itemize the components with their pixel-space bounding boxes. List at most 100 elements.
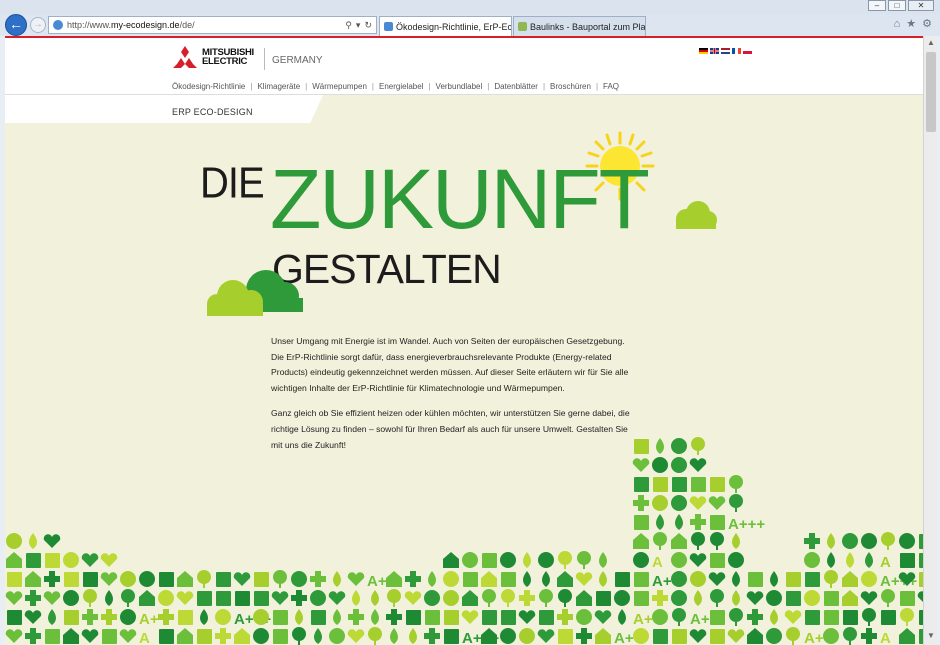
minimize-button[interactable]: – (868, 0, 886, 11)
eco-circle-icon (690, 571, 706, 587)
eco-tile-icon (45, 553, 60, 568)
back-button[interactable]: ← (5, 14, 27, 36)
drop-icon (295, 609, 303, 625)
language-flags (699, 48, 752, 54)
nav-waermepumpen[interactable]: Wärmepumpen (312, 82, 367, 91)
flag-gb-icon[interactable] (710, 48, 719, 54)
chevron-down-icon[interactable]: ▾ (356, 20, 361, 31)
flag-nl-icon[interactable] (721, 48, 730, 54)
eco-circle-icon (576, 609, 592, 625)
settings-gear-icon[interactable]: ⚙ (922, 18, 932, 30)
search-icon[interactable]: ⚲ (345, 20, 352, 31)
nav-oekodesign-richtlinie[interactable]: Ökodesign-Richtlinie (172, 82, 245, 91)
nav-klimageraete[interactable]: Klimageräte (257, 82, 300, 91)
eco-tile-icon (7, 572, 22, 587)
nav-energielabel[interactable]: Energielabel (379, 82, 423, 91)
nav-broschueren[interactable]: Broschüren (550, 82, 591, 91)
drop-icon (371, 609, 379, 625)
page-viewport: MITSUBISHI ELECTRIC GERMANY Ökodesign-Ri… (5, 36, 923, 645)
refresh-icon[interactable]: ↻ (364, 20, 372, 31)
eco-circle-icon (899, 533, 915, 549)
tree-icon (824, 570, 838, 584)
drop-icon (105, 590, 113, 606)
address-bar[interactable]: http://www. my-ecodesign.de/de/ ⚲ ▾ ↻ (48, 16, 377, 34)
mitsubishi-logo[interactable]: MITSUBISHI ELECTRIC (172, 46, 254, 68)
tree-trunk (887, 544, 889, 550)
eco-tile-icon (501, 610, 516, 625)
forward-button[interactable]: → (30, 17, 46, 33)
nav-faq[interactable]: FAQ (603, 82, 619, 91)
eco-tile-icon (463, 572, 478, 587)
flag-fr-icon[interactable] (732, 48, 741, 54)
heart-icon (5, 629, 23, 643)
energy-label-text: A+++ (728, 516, 765, 533)
heart-icon (689, 496, 707, 510)
plus-icon (652, 590, 668, 606)
scroll-down-icon[interactable]: ▼ (924, 629, 938, 643)
scroll-up-icon[interactable]: ▲ (924, 36, 938, 50)
heart-icon (24, 610, 42, 624)
tree-trunk (830, 582, 832, 588)
house-icon (633, 533, 649, 549)
close-window-button[interactable]: ✕ (908, 0, 934, 11)
tab-oekodesign[interactable]: Ökodesign-Richtlinie, ErP-Ec... ✕ (379, 16, 512, 36)
tree-trunk (545, 601, 547, 607)
flag-de-icon[interactable] (699, 48, 708, 54)
url-prefix: http://www. (67, 20, 112, 30)
heart-icon (594, 610, 612, 624)
eco-circle-icon (652, 495, 668, 511)
energy-label-text: A+ (633, 611, 653, 628)
eco-tile-icon (634, 515, 649, 530)
house-icon (747, 628, 763, 644)
flag-pl-icon[interactable] (743, 48, 752, 54)
eco-circle-icon (842, 533, 858, 549)
eco-tile-icon (7, 610, 22, 625)
eco-circle-icon (614, 590, 630, 606)
heart-icon (43, 534, 61, 548)
eco-tile-icon (824, 591, 839, 606)
house-icon (139, 590, 155, 606)
tree-icon (501, 589, 515, 603)
eco-tile-icon (64, 572, 79, 587)
eco-tile-icon (748, 572, 763, 587)
heart-icon (119, 629, 137, 643)
page-favicon-icon (53, 20, 63, 30)
house-icon (899, 628, 915, 644)
nav-datenblaetter[interactable]: Datenblätter (494, 82, 538, 91)
three-diamonds-icon (173, 46, 197, 68)
eco-tile-icon (197, 591, 212, 606)
heart-icon (100, 553, 118, 567)
eco-tile-icon (596, 591, 611, 606)
tab-label: Ökodesign-Richtlinie, ErP-Ec... (396, 21, 512, 32)
energy-label-text: A+ (690, 611, 710, 628)
tree-trunk (564, 601, 566, 607)
eco-circle-icon (861, 571, 877, 587)
plus-icon (424, 628, 440, 644)
eco-circle-icon (443, 590, 459, 606)
drop-icon (409, 628, 417, 644)
plus-icon (82, 609, 98, 625)
drop-icon (618, 609, 626, 625)
tree-icon (197, 570, 211, 584)
tree-trunk (735, 620, 737, 626)
eco-tile-icon (425, 610, 440, 625)
tree-trunk (735, 487, 737, 493)
tree-icon (710, 589, 724, 603)
eco-tile-icon (653, 629, 668, 644)
nav-verbundlabel[interactable]: Verbundlabel (436, 82, 483, 91)
scroll-thumb[interactable] (926, 52, 936, 132)
favorites-star-icon[interactable]: ★ (906, 18, 916, 30)
drop-icon (732, 590, 740, 606)
vertical-scrollbar[interactable]: ▲ ▼ (923, 36, 937, 645)
home-icon[interactable]: ⌂ (894, 18, 901, 30)
drop-icon (770, 609, 778, 625)
eco-tile-icon (273, 610, 288, 625)
eco-tile-icon (159, 629, 174, 644)
tree-icon (577, 551, 591, 565)
tree-icon (558, 589, 572, 603)
maximize-button[interactable]: □ (888, 0, 906, 11)
heart-icon (727, 629, 745, 643)
eco-tile-icon (159, 572, 174, 587)
tab-baulinks[interactable]: Baulinks - Bauportal zum Plane... (513, 16, 646, 36)
eco-tile-icon (216, 572, 231, 587)
